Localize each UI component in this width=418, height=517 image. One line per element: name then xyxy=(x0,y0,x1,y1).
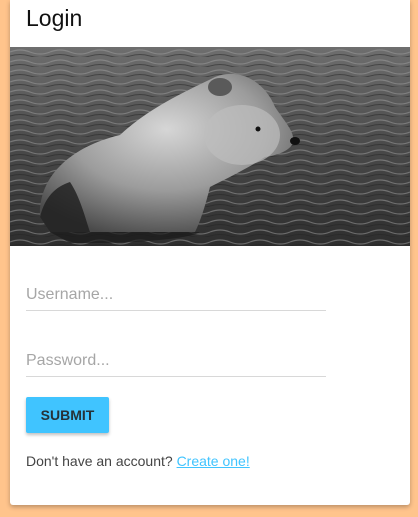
password-input[interactable] xyxy=(26,346,326,377)
create-account-link[interactable]: Create one! xyxy=(177,453,250,469)
signup-prompt: Don't have an account? Create one! xyxy=(26,453,250,469)
username-input[interactable] xyxy=(26,280,326,311)
login-card: Login Username... SUBMIT Don't have an a… xyxy=(10,0,410,505)
bear-photo xyxy=(10,47,410,246)
bear-in-water-image xyxy=(10,47,410,246)
page-title: Login xyxy=(26,5,83,31)
submit-button[interactable]: SUBMIT xyxy=(26,397,109,433)
signup-prompt-text: Don't have an account? xyxy=(26,453,173,469)
